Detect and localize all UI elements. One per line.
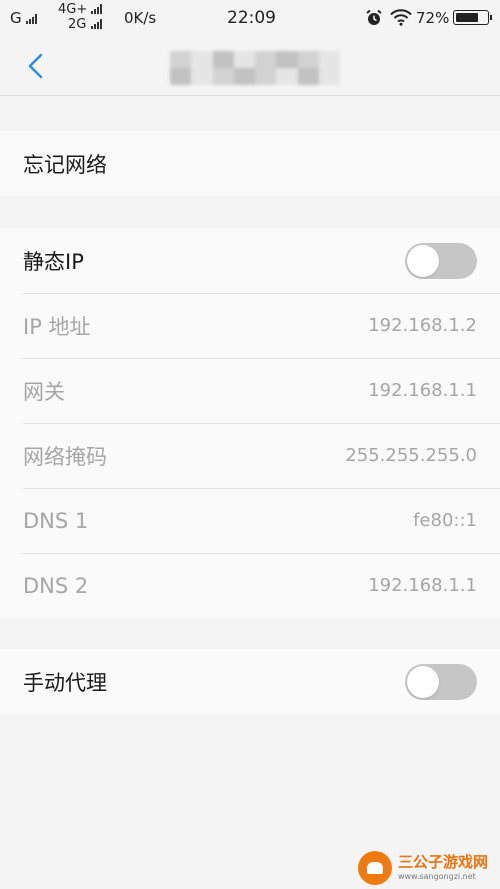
- battery-percent: 72%: [416, 9, 450, 27]
- gateway-row: 网关 192.168.1.1: [0, 358, 500, 423]
- forget-network-label: 忘记网络: [23, 152, 107, 177]
- clock: 22:09: [227, 8, 276, 28]
- alarm-icon: [366, 9, 382, 25]
- page-title-obscured: [170, 51, 340, 85]
- battery-icon: [453, 10, 492, 25]
- forget-network-section: 忘记网络: [0, 131, 500, 196]
- static-ip-toggle[interactable]: [405, 242, 477, 279]
- gateway-value: 192.168.1.1: [368, 380, 477, 401]
- network-type-top: 4G+: [58, 2, 88, 17]
- carrier-label: G: [10, 9, 22, 27]
- netmask-row: 网络掩码 255.255.255.0: [0, 423, 500, 488]
- ip-address-label: IP 地址: [23, 314, 91, 339]
- status-bar: G 4G+ 2G 0K/s 22:09 72%: [0, 0, 500, 36]
- chevron-left-icon[interactable]: [22, 50, 52, 82]
- toggle-knob: [407, 244, 439, 277]
- netmask-label: 网络掩码: [23, 444, 107, 469]
- watermark-title: 三公子游戏网: [398, 853, 489, 871]
- manual-proxy-label: 手动代理: [23, 670, 107, 695]
- dns1-value: fe80::1: [413, 510, 477, 531]
- dns1-label: DNS 1: [23, 508, 89, 533]
- gateway-label: 网关: [23, 379, 65, 404]
- proxy-section: 手动代理: [0, 649, 500, 714]
- signal-sim1: G: [10, 9, 38, 27]
- site-watermark: 三公子游戏网 www.sangongzi.net: [358, 850, 498, 886]
- dns2-value: 192.168.1.1: [368, 575, 477, 596]
- dns2-label: DNS 2: [23, 573, 89, 598]
- manual-proxy-row: 手动代理: [0, 649, 500, 714]
- ip-address-value: 192.168.1.2: [368, 315, 477, 336]
- signal-sim2: 4G+ 2G: [58, 2, 103, 32]
- signal-icon: [90, 19, 102, 29]
- toggle-knob: [407, 665, 439, 698]
- watermark-url: www.sangongzi.net: [398, 872, 476, 881]
- signal-icon: [91, 4, 103, 14]
- netmask-value: 255.255.255.0: [345, 445, 477, 466]
- manual-proxy-toggle[interactable]: [405, 663, 477, 700]
- dns1-row: DNS 1 fe80::1: [0, 488, 500, 553]
- wifi-icon: [390, 9, 412, 26]
- battery-fill: [456, 13, 478, 22]
- static-ip-row: 静态IP: [0, 228, 500, 293]
- ip-address-row: IP 地址 192.168.1.2: [0, 293, 500, 358]
- forget-network-button[interactable]: 忘记网络: [0, 131, 500, 196]
- network-type-bottom: 2G: [68, 17, 87, 32]
- dns2-row: DNS 2 192.168.1.1: [0, 553, 500, 618]
- static-ip-label: 静态IP: [23, 249, 84, 274]
- nav-bar: [0, 36, 500, 96]
- android-logo-icon: [358, 851, 392, 885]
- ip-settings-section: 静态IP IP 地址 192.168.1.2 网关 192.168.1.1 网络…: [0, 228, 500, 618]
- signal-icon: [26, 14, 38, 24]
- network-speed: 0K/s: [124, 9, 157, 27]
